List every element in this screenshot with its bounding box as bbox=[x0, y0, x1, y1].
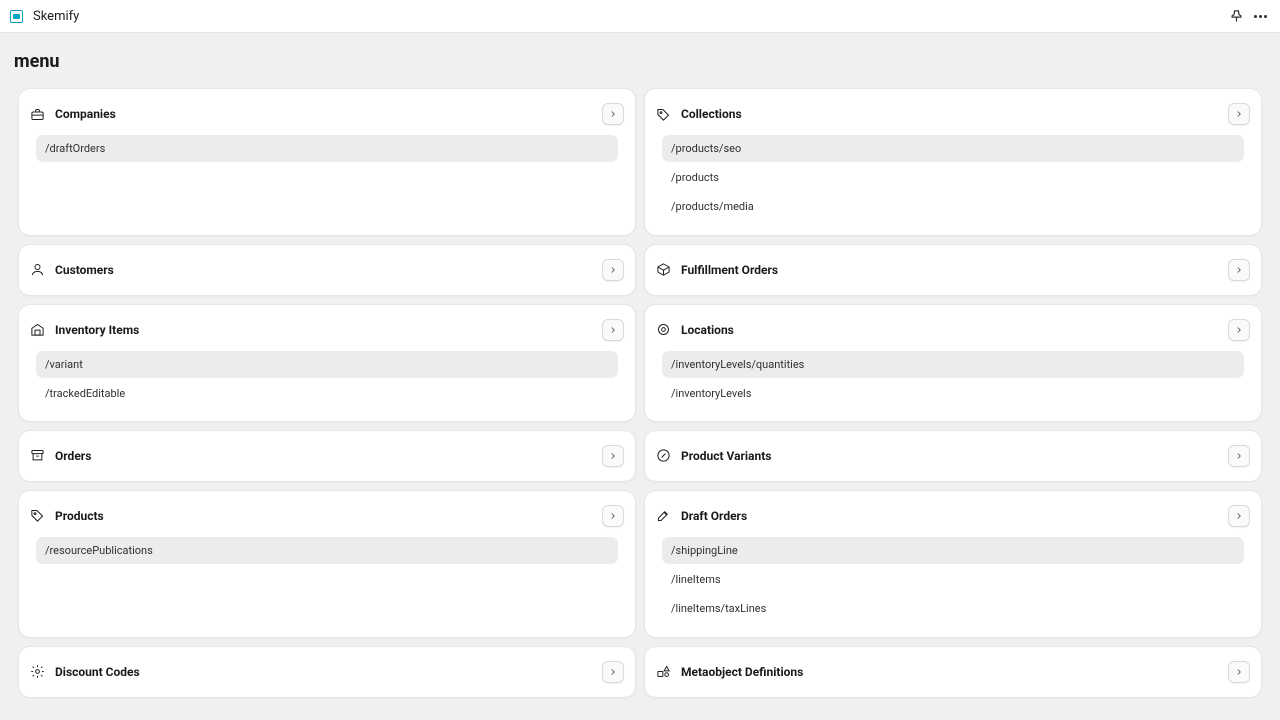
expand-button-discount-codes[interactable] bbox=[602, 661, 624, 683]
list-item[interactable]: /products bbox=[662, 164, 1244, 191]
list-item[interactable]: /lineItems/taxLines bbox=[662, 595, 1244, 622]
card-title-customers: Customers bbox=[55, 263, 602, 277]
card-header-discount-codes[interactable]: Discount Codes bbox=[30, 661, 624, 683]
warehouse-icon bbox=[30, 322, 45, 337]
list-item[interactable]: /draftOrders bbox=[36, 135, 618, 162]
page-title: menu bbox=[14, 51, 1266, 72]
card-header-metaobject-definitions[interactable]: Metaobject Definitions bbox=[656, 661, 1250, 683]
pin-icon bbox=[656, 322, 671, 337]
app-logo-icon bbox=[10, 10, 23, 23]
card-header-products[interactable]: Products bbox=[30, 505, 624, 527]
card-header-product-variants[interactable]: Product Variants bbox=[656, 445, 1250, 467]
expand-button-product-variants[interactable] bbox=[1228, 445, 1250, 467]
card-inventory-items: Inventory Items/variant/trackedEditable bbox=[18, 304, 636, 422]
expand-button-fulfillment-orders[interactable] bbox=[1228, 259, 1250, 281]
card-list-collections: /products/seo/products/products/media bbox=[656, 135, 1250, 221]
card-title-companies: Companies bbox=[55, 107, 602, 121]
card-title-draft-orders: Draft Orders bbox=[681, 509, 1228, 523]
list-item[interactable]: /resourcePublications bbox=[36, 537, 618, 564]
list-item[interactable]: /inventoryLevels/quantities bbox=[662, 351, 1244, 378]
box-icon bbox=[656, 262, 671, 277]
card-title-locations: Locations bbox=[681, 323, 1228, 337]
card-header-fulfillment-orders[interactable]: Fulfillment Orders bbox=[656, 259, 1250, 281]
card-title-fulfillment-orders: Fulfillment Orders bbox=[681, 263, 1228, 277]
card-products: Products/resourcePublications bbox=[18, 490, 636, 638]
expand-button-metaobject-definitions[interactable] bbox=[1228, 661, 1250, 683]
pin-button[interactable] bbox=[1226, 6, 1246, 26]
card-orders: Orders bbox=[18, 430, 636, 482]
card-companies: Companies/draftOrders bbox=[18, 88, 636, 236]
list-item[interactable]: /inventoryLevels bbox=[662, 380, 1244, 407]
card-fulfillment-orders: Fulfillment Orders bbox=[644, 244, 1262, 296]
card-product-variants: Product Variants bbox=[644, 430, 1262, 482]
card-customers: Customers bbox=[18, 244, 636, 296]
more-button[interactable] bbox=[1250, 6, 1270, 26]
expand-button-products[interactable] bbox=[602, 505, 624, 527]
card-grid: Companies/draftOrdersCollections/product… bbox=[14, 88, 1266, 698]
card-locations: Locations/inventoryLevels/quantities/inv… bbox=[644, 304, 1262, 422]
card-draft-orders: Draft Orders/shippingLine/lineItems/line… bbox=[644, 490, 1262, 638]
card-title-inventory-items: Inventory Items bbox=[55, 323, 602, 337]
list-item[interactable]: /shippingLine bbox=[662, 537, 1244, 564]
expand-button-orders[interactable] bbox=[602, 445, 624, 467]
card-header-companies[interactable]: Companies bbox=[30, 103, 624, 125]
card-header-locations[interactable]: Locations bbox=[656, 319, 1250, 341]
topbar: Skemify bbox=[0, 0, 1280, 33]
card-list-draft-orders: /shippingLine/lineItems/lineItems/taxLin… bbox=[656, 537, 1250, 623]
card-metaobject-definitions: Metaobject Definitions bbox=[644, 646, 1262, 698]
expand-button-inventory-items[interactable] bbox=[602, 319, 624, 341]
list-item[interactable]: /lineItems bbox=[662, 566, 1244, 593]
person-icon bbox=[30, 262, 45, 277]
app-title: Skemify bbox=[33, 9, 79, 24]
archive-icon bbox=[30, 448, 45, 463]
card-title-discount-codes: Discount Codes bbox=[55, 665, 602, 679]
card-title-products: Products bbox=[55, 509, 602, 523]
briefcase-icon bbox=[30, 107, 45, 122]
card-header-draft-orders[interactable]: Draft Orders bbox=[656, 505, 1250, 527]
card-header-customers[interactable]: Customers bbox=[30, 259, 624, 281]
expand-button-companies[interactable] bbox=[602, 103, 624, 125]
card-list-inventory-items: /variant/trackedEditable bbox=[30, 351, 624, 407]
tag-icon bbox=[656, 107, 671, 122]
card-list-companies: /draftOrders bbox=[30, 135, 624, 162]
expand-button-collections[interactable] bbox=[1228, 103, 1250, 125]
link-icon bbox=[656, 448, 671, 463]
expand-button-customers[interactable] bbox=[602, 259, 624, 281]
expand-button-draft-orders[interactable] bbox=[1228, 505, 1250, 527]
card-header-inventory-items[interactable]: Inventory Items bbox=[30, 319, 624, 341]
card-discount-codes: Discount Codes bbox=[18, 646, 636, 698]
card-list-products: /resourcePublications bbox=[30, 537, 624, 564]
list-item[interactable]: /trackedEditable bbox=[36, 380, 618, 407]
card-list-locations: /inventoryLevels/quantities/inventoryLev… bbox=[656, 351, 1250, 407]
expand-button-locations[interactable] bbox=[1228, 319, 1250, 341]
card-title-orders: Orders bbox=[55, 449, 602, 463]
card-title-product-variants: Product Variants bbox=[681, 449, 1228, 463]
shapes-icon bbox=[656, 664, 671, 679]
card-title-metaobject-definitions: Metaobject Definitions bbox=[681, 665, 1228, 679]
card-header-collections[interactable]: Collections bbox=[656, 103, 1250, 125]
tag-icon bbox=[30, 508, 45, 523]
list-item[interactable]: /variant bbox=[36, 351, 618, 378]
edit-icon bbox=[656, 508, 671, 523]
card-header-orders[interactable]: Orders bbox=[30, 445, 624, 467]
list-item[interactable]: /products/seo bbox=[662, 135, 1244, 162]
gear-icon bbox=[30, 664, 45, 679]
card-title-collections: Collections bbox=[681, 107, 1228, 121]
list-item[interactable]: /products/media bbox=[662, 193, 1244, 220]
card-collections: Collections/products/seo/products/produc… bbox=[644, 88, 1262, 236]
